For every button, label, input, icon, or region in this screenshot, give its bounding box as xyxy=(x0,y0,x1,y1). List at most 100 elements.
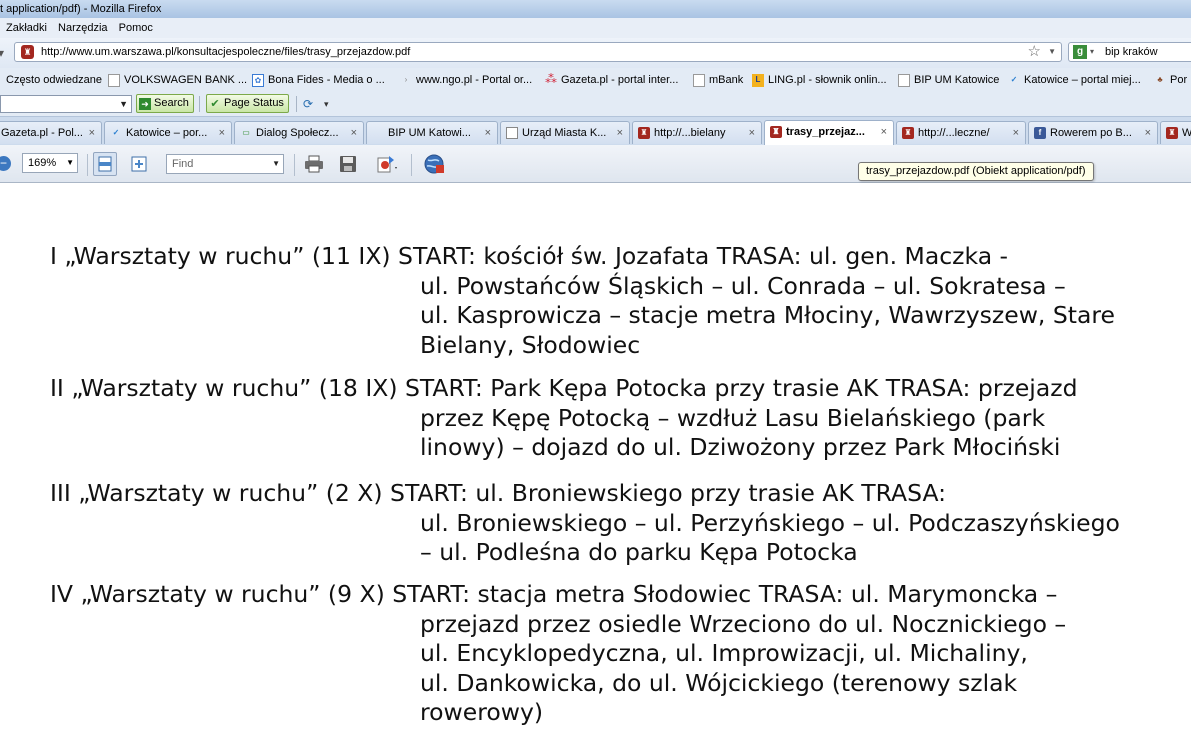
bookmark-katowice-portal[interactable]: ✓ Katowice – portal miej... xyxy=(1008,68,1141,92)
print-button[interactable] xyxy=(302,152,326,176)
close-icon[interactable]: × xyxy=(219,122,225,144)
tab-bielany[interactable]: ♜ http://...bielany × xyxy=(632,121,762,144)
tab-label: Urząd Miasta K... xyxy=(522,127,607,139)
route-entry-3: III „Warsztaty w ruchu” (2 X) START: ul.… xyxy=(50,479,1120,568)
route-line: ul. Broniewskiego – ul. Perzyńskiego – u… xyxy=(420,508,1120,537)
page-status-button[interactable]: ✔ Page Status xyxy=(206,94,289,113)
por-icon: ♣ xyxy=(1157,74,1163,84)
fit-width-icon xyxy=(98,156,112,172)
window-title-bar: t application/pdf) - Mozilla Firefox xyxy=(0,0,1191,18)
fit-page-button[interactable] xyxy=(127,152,151,176)
route-line: II „Warsztaty w ruchu” (18 IX) START: Pa… xyxy=(50,374,1078,402)
close-icon[interactable]: × xyxy=(89,122,95,144)
tab-label: Katowice – por... xyxy=(126,127,208,139)
close-icon[interactable]: × xyxy=(881,121,887,143)
url-dropdown-icon[interactable]: ▼ xyxy=(1048,43,1056,61)
zoom-value: 169% xyxy=(28,157,57,169)
bookmark-ling[interactable]: L LING.pl - słownik onlin... xyxy=(752,68,887,92)
warsaw-crest-icon: ♜ xyxy=(902,127,914,139)
search-button[interactable]: ➜ Search xyxy=(136,94,194,113)
tab-rowerem[interactable]: f Rowerem po B... × xyxy=(1028,121,1158,144)
adobe-online-button[interactable] xyxy=(420,152,448,176)
tab-katowice[interactable]: ✓ Katowice – por... × xyxy=(104,121,232,144)
bookmark-label: BIP UM Katowice xyxy=(914,74,1000,86)
tab-urzad-miasta[interactable]: Urząd Miasta K... × xyxy=(500,121,630,144)
search-button-label: Search xyxy=(154,97,189,109)
zoom-dropdown-icon[interactable]: ▼ xyxy=(66,154,74,172)
route-line: rowerowy) xyxy=(420,698,544,726)
tab-w[interactable]: ♜ W xyxy=(1160,121,1191,144)
bookmark-czesto-odwiedzane[interactable]: Często odwiedzane xyxy=(6,68,102,92)
gazeta-icon: ⁂ xyxy=(545,71,557,86)
toolbar-search-dropdown-icon[interactable]: ▼ xyxy=(119,96,128,112)
find-placeholder: Find xyxy=(172,158,194,170)
zoom-select[interactable]: 169% ▼ xyxy=(22,153,78,173)
checkmark-icon: ✔ xyxy=(210,97,220,110)
tab-trasy-przejazdow[interactable]: ♜ trasy_przejaz... × xyxy=(764,120,894,145)
fit-width-button[interactable] xyxy=(93,152,117,176)
url-text[interactable]: http://www.um.warszawa.pl/konsultacjespo… xyxy=(41,43,410,61)
tab-label: W xyxy=(1182,122,1191,144)
find-input[interactable]: Find ▼ xyxy=(166,154,284,174)
share-document-icon xyxy=(377,156,397,173)
close-icon[interactable]: × xyxy=(485,122,491,144)
share-button[interactable] xyxy=(370,152,404,176)
route-line: ul. Powstańców Śląskich – ul. Conrada – … xyxy=(420,271,1066,300)
zoom-out-icon[interactable]: − xyxy=(0,156,11,171)
menu-pomoc[interactable]: Pomoc xyxy=(119,18,153,38)
floppy-disk-icon xyxy=(340,156,356,172)
checkmark-icon: ✓ xyxy=(1010,74,1018,84)
close-icon[interactable]: × xyxy=(617,122,623,144)
site-favicon-icon: ♜ xyxy=(21,45,34,59)
bookmark-volkswagen-bank[interactable]: VOLKSWAGEN BANK ... xyxy=(108,68,247,92)
route-line: przejazd przez osiedle Wrzeciono do ul. … xyxy=(420,609,1067,638)
search-engine-input[interactable]: bip kraków xyxy=(1105,43,1158,61)
menu-narzedzia[interactable]: Narzędzia xyxy=(58,18,108,38)
route-entry-2: II „Warsztaty w ruchu” (18 IX) START: Pa… xyxy=(50,374,1077,463)
toolbar-divider xyxy=(87,154,88,176)
search-engine-box[interactable]: g ▾ bip kraków xyxy=(1068,42,1191,62)
toolbar-search-input[interactable]: ▼ xyxy=(0,95,132,113)
bookmark-ngo[interactable]: › www.ngo.pl - Portal or... xyxy=(400,68,533,92)
toolbar-divider xyxy=(294,154,295,176)
dropdown-arrow-icon[interactable]: ▾ xyxy=(0,46,4,60)
tab-bip-um-katowice[interactable]: BIP UM Katowi... × xyxy=(366,121,498,144)
save-button[interactable] xyxy=(336,152,360,176)
bookmark-bona-fides[interactable]: ✿ Bona Fides - Media o ... xyxy=(252,68,385,92)
menu-bar: Zakładki Narzędzia Pomoc xyxy=(0,18,1191,38)
route-line: III „Warsztaty w ruchu” (2 X) START: ul.… xyxy=(50,479,947,507)
globe-icon xyxy=(424,154,444,174)
google-icon[interactable]: g xyxy=(1073,45,1087,59)
tab-dialog-spoleczny[interactable]: ▭ Dialog Społecz... × xyxy=(234,121,364,144)
bookmark-gazeta[interactable]: ⁂ Gazeta.pl - portal inter... xyxy=(545,68,678,92)
bookmark-label: mBank xyxy=(709,74,744,86)
tab-gazeta[interactable]: Gazeta.pl - Pol... × xyxy=(0,121,102,144)
bookmark-bip-um-katowice[interactable]: BIP UM Katowice xyxy=(898,68,999,92)
toolbar-divider xyxy=(296,96,297,112)
toolbar-options-dropdown-icon[interactable]: ▾ xyxy=(324,95,329,113)
close-icon[interactable]: × xyxy=(1145,122,1151,144)
window-title: t application/pdf) - Mozilla Firefox xyxy=(0,3,162,15)
bookmark-mbank[interactable]: mBank xyxy=(693,68,743,92)
bookmark-label: Gazeta.pl - portal inter... xyxy=(561,74,679,86)
tab-label: Rowerem po B... xyxy=(1050,127,1132,139)
tab-konsultacje[interactable]: ♜ http://...leczne/ × xyxy=(896,121,1026,144)
url-bar[interactable]: ♜ http://www.um.warszawa.pl/konsultacjes… xyxy=(14,42,1062,62)
close-icon[interactable]: × xyxy=(351,122,357,144)
menu-zakladki[interactable]: Zakładki xyxy=(6,18,47,38)
chat-bubble-icon: ▭ xyxy=(242,128,250,137)
bookmark-por[interactable]: ♣ Por xyxy=(1154,68,1187,92)
page-icon xyxy=(898,73,910,87)
bookmark-label: www.ngo.pl - Portal or... xyxy=(416,74,533,86)
translate-icon[interactable]: ⟳ xyxy=(303,95,313,113)
find-dropdown-icon[interactable]: ▼ xyxy=(272,155,280,173)
close-icon[interactable]: × xyxy=(749,122,755,144)
page-icon xyxy=(506,127,518,139)
close-icon[interactable]: × xyxy=(1013,122,1019,144)
bookmark-star-icon[interactable]: ☆ xyxy=(1028,43,1041,61)
search-engine-dropdown-icon[interactable]: ▾ xyxy=(1090,43,1094,61)
page-icon xyxy=(693,73,705,87)
route-line: Bielany, Słodowiec xyxy=(420,330,641,359)
tab-label: trasy_przejaz... xyxy=(786,126,865,138)
bona-fides-icon: ✿ xyxy=(252,73,264,87)
